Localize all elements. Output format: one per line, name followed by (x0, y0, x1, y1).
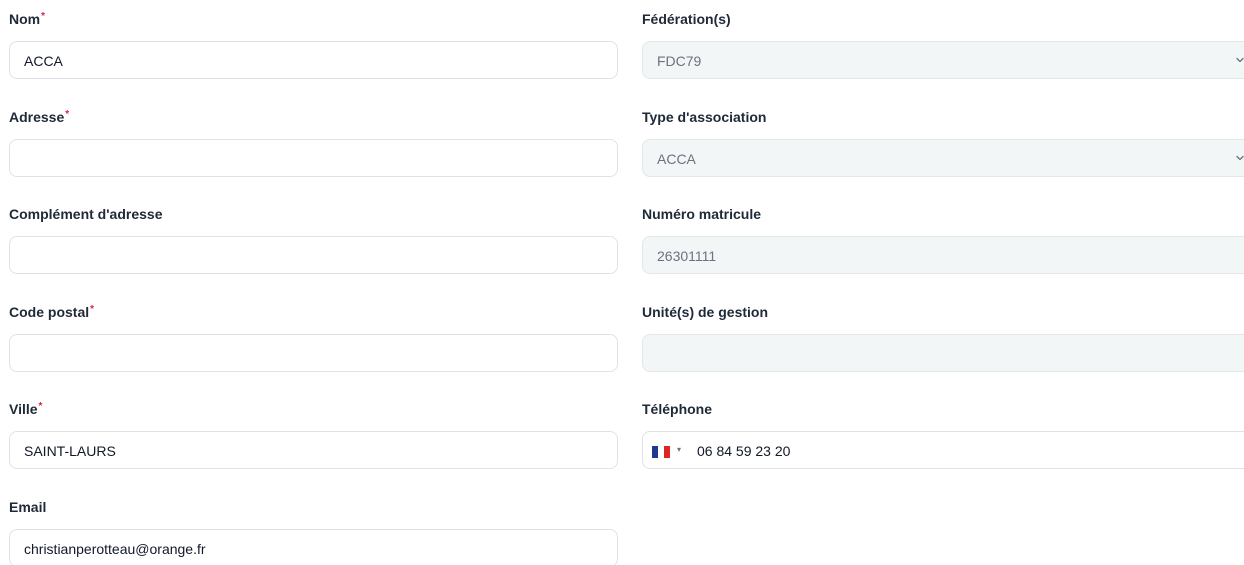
type-association-value: ACCA (657, 151, 696, 167)
type-association-select[interactable]: ACCA (642, 139, 1244, 177)
email-label: Email (9, 499, 47, 515)
ville-label: Ville* (9, 401, 43, 417)
france-flag-icon[interactable] (652, 446, 670, 458)
ville-input[interactable]: SAINT-LAURS (9, 431, 618, 469)
email-input[interactable]: christianperotteau@orange.fr (9, 529, 618, 565)
complement-input[interactable] (9, 236, 618, 274)
association-form: Nom* ACCA Adresse* Complément d'adresse … (0, 0, 1244, 565)
adresse-input[interactable] (9, 139, 618, 177)
country-caret-icon[interactable]: ▾ (677, 443, 681, 457)
required-mark: * (38, 401, 43, 412)
chevron-down-icon (1236, 155, 1244, 161)
required-mark: * (90, 304, 95, 315)
federation-value: FDC79 (657, 53, 702, 69)
federation-select[interactable]: FDC79 (642, 41, 1244, 79)
adresse-label: Adresse* (9, 109, 70, 125)
telephone-value: 06 84 59 23 20 (697, 443, 791, 459)
required-mark: * (41, 11, 46, 22)
numero-matricule-label: Numéro matricule (642, 206, 762, 222)
numero-matricule-input[interactable]: 26301111 (642, 236, 1244, 274)
code-postal-label: Code postal* (9, 304, 95, 320)
federation-label: Fédération(s) (642, 11, 731, 27)
nom-input[interactable]: ACCA (9, 41, 618, 79)
type-association-label: Type d'association (642, 109, 767, 125)
nom-label: Nom* (9, 11, 46, 27)
code-postal-input[interactable] (9, 334, 618, 372)
unite-gestion-label: Unité(s) de gestion (642, 304, 769, 320)
chevron-down-icon (1236, 57, 1244, 63)
unite-gestion-input[interactable] (642, 334, 1244, 372)
complement-label: Complément d'adresse (9, 206, 163, 222)
required-mark: * (65, 109, 70, 120)
telephone-label: Téléphone (642, 401, 713, 417)
telephone-input[interactable]: ▾ 06 84 59 23 20 (642, 431, 1244, 469)
